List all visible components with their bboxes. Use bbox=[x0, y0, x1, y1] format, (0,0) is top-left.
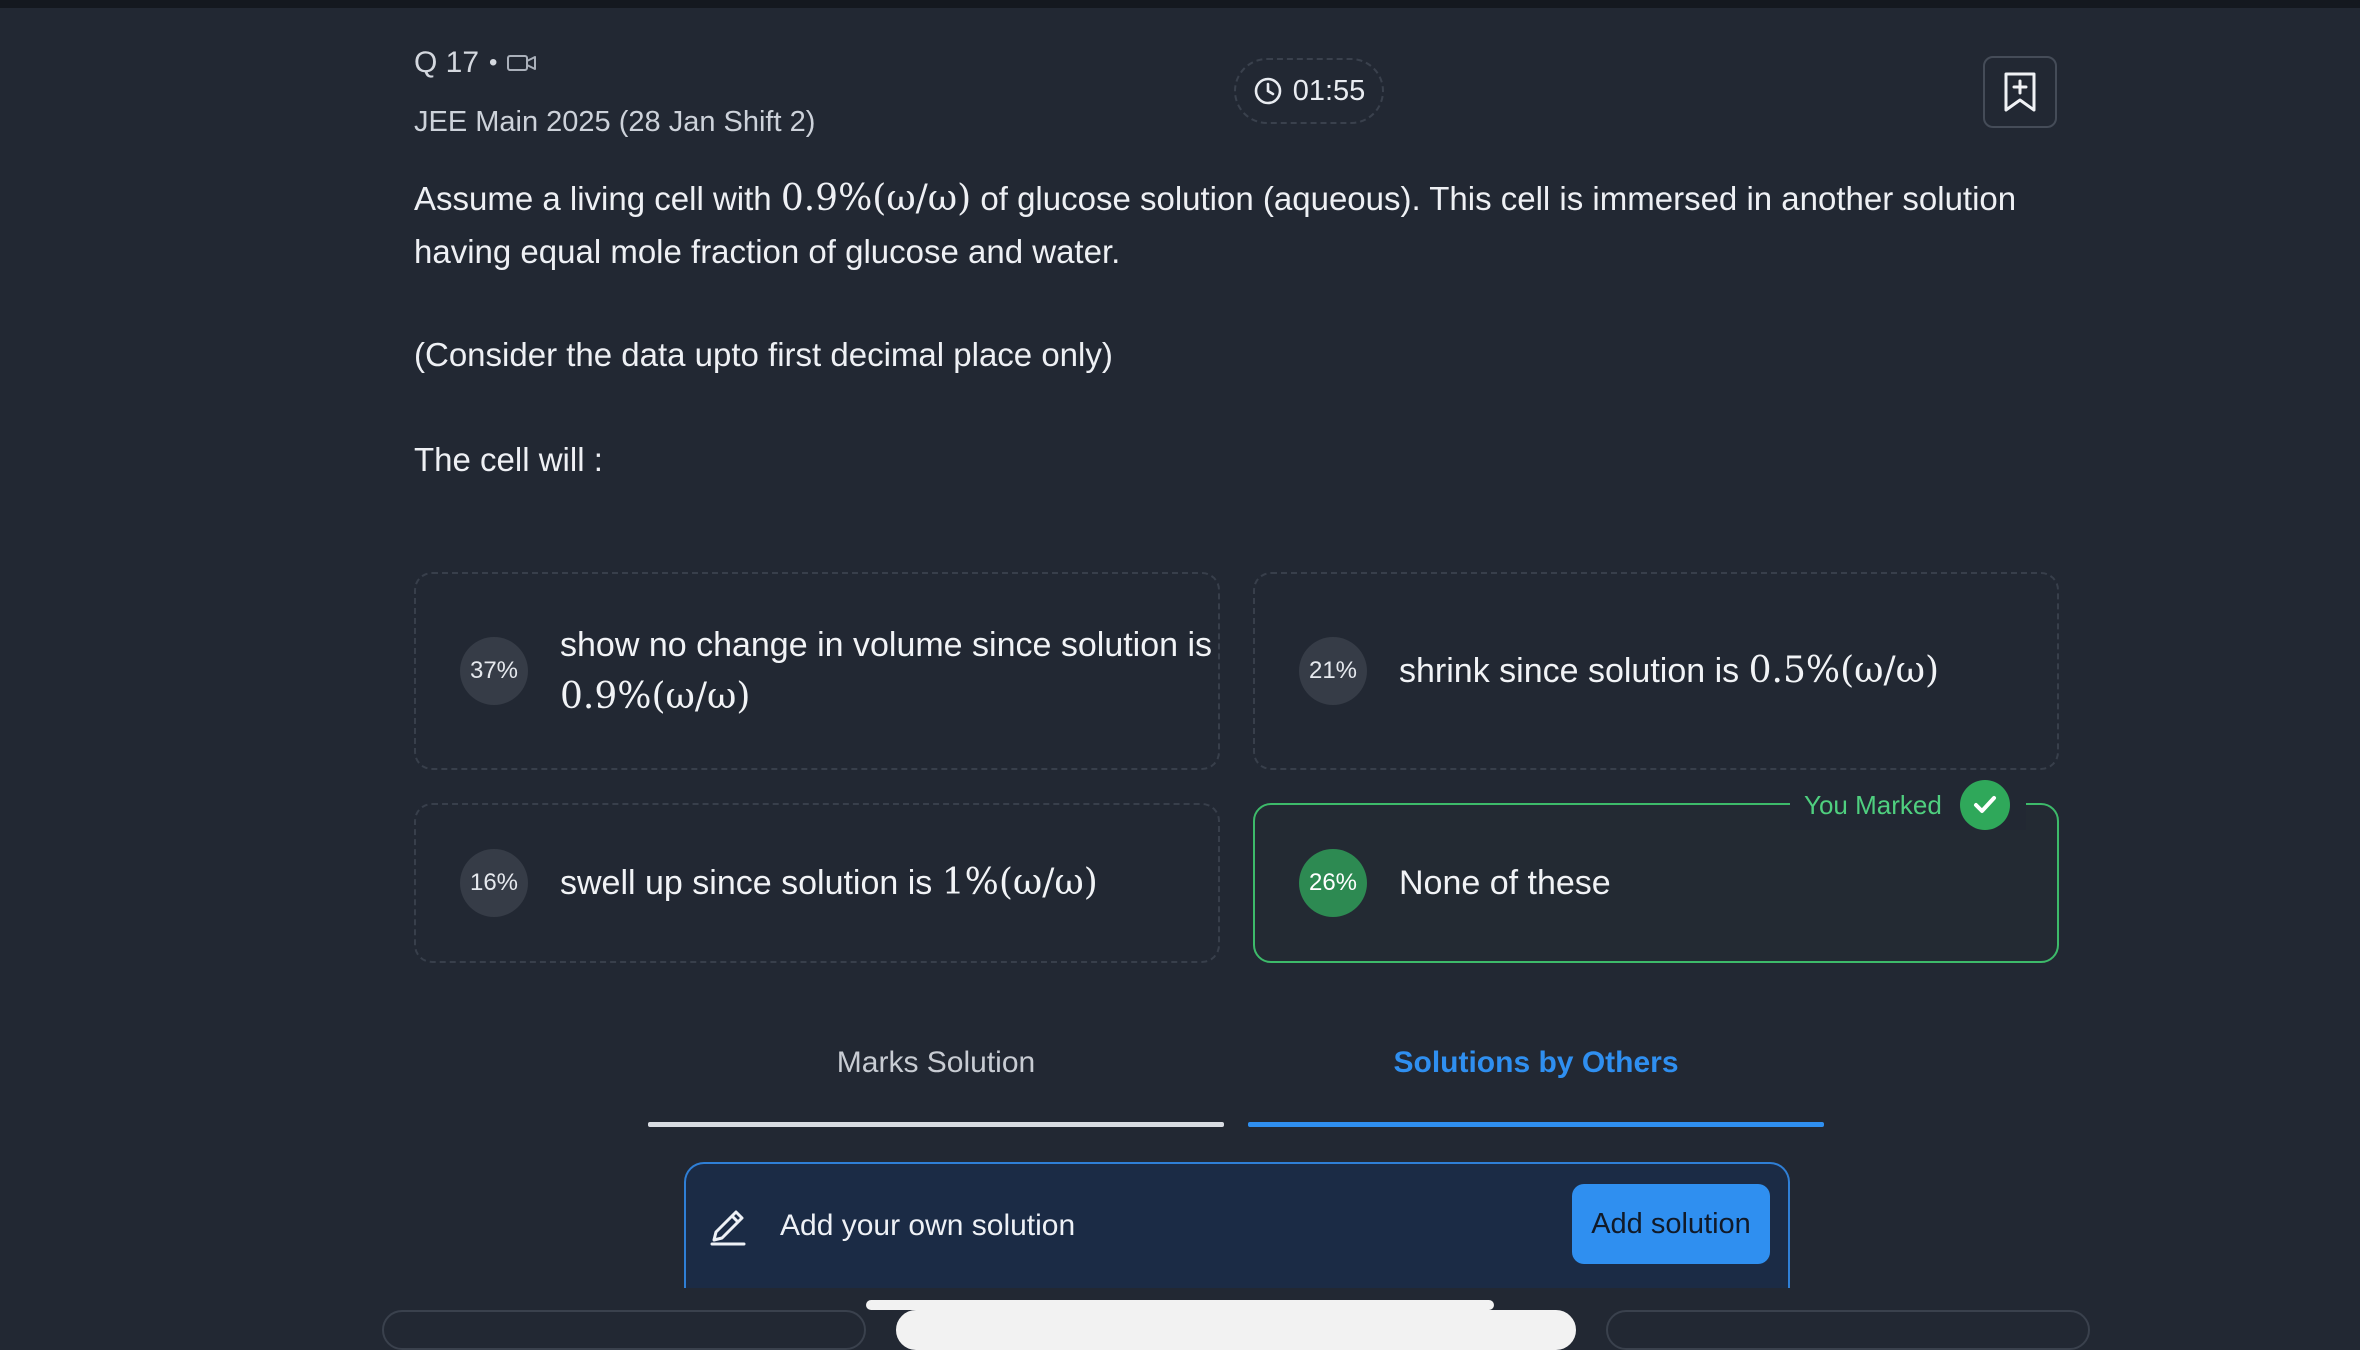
video-camera-icon[interactable] bbox=[507, 53, 537, 73]
timer: 01:55 bbox=[1234, 58, 1384, 124]
question-meta: Q 17 • bbox=[414, 46, 537, 80]
option-d-percent: 26% bbox=[1299, 849, 1367, 917]
option-b-percent: 21% bbox=[1299, 637, 1367, 705]
bottom-card-left[interactable] bbox=[382, 1310, 866, 1350]
add-solution-panel[interactable]: Add your own solution Add solution bbox=[684, 1162, 1790, 1288]
option-c-math: 1%(ω/ω) bbox=[941, 862, 1098, 903]
question-text: Assume a living cell with 0.9%(ω/ω) of g… bbox=[414, 172, 2064, 278]
tab-marks-underline bbox=[648, 1122, 1224, 1127]
option-a-text: show no change in volume since solution … bbox=[560, 619, 1212, 723]
you-marked-badge: You Marked bbox=[1790, 780, 2026, 830]
bottom-card-center[interactable] bbox=[896, 1310, 1576, 1350]
add-solution-prompt: Add your own solution bbox=[780, 1209, 1076, 1242]
option-b-text: shrink since solution is 0.5%(ω/ω) bbox=[1399, 645, 1939, 697]
question-math: 0.9%(ω/ω) bbox=[780, 178, 972, 219]
bottom-card-right[interactable] bbox=[1606, 1310, 2090, 1350]
option-b[interactable]: 21% shrink since solution is 0.5%(ω/ω) bbox=[1253, 572, 2059, 770]
question-note: (Consider the data upto first decimal pl… bbox=[414, 336, 1113, 373]
home-indicator[interactable] bbox=[866, 1300, 1494, 1310]
question-number: Q 17 bbox=[414, 46, 480, 79]
option-c[interactable]: 16% swell up since solution is 1%(ω/ω) bbox=[414, 803, 1220, 963]
option-c-percent: 16% bbox=[460, 849, 528, 917]
timer-value: 01:55 bbox=[1292, 74, 1366, 107]
question-prompt: The cell will : bbox=[414, 441, 603, 478]
option-b-label: shrink since solution is bbox=[1399, 652, 1740, 690]
option-a-label: show no change in volume since solution … bbox=[560, 626, 1213, 664]
question-text-part1: Assume a living cell with bbox=[414, 180, 772, 217]
option-b-math: 0.5%(ω/ω) bbox=[1748, 650, 1939, 691]
clock-icon bbox=[1254, 77, 1282, 105]
check-icon bbox=[1959, 780, 2010, 830]
option-a-percent: 37% bbox=[460, 637, 528, 705]
tab-others-underline bbox=[1248, 1122, 1824, 1127]
option-a[interactable]: 37% show no change in volume since solut… bbox=[414, 572, 1220, 770]
option-a-math: 0.9%(ω/ω) bbox=[560, 676, 751, 717]
tab-solutions-by-others[interactable]: Solutions by Others bbox=[1248, 1046, 1824, 1080]
you-marked-label: You Marked bbox=[1804, 789, 1942, 820]
option-c-text: swell up since solution is 1%(ω/ω) bbox=[560, 857, 1098, 909]
bookmark-button[interactable] bbox=[1983, 56, 2057, 128]
add-solution-button[interactable]: Add solution bbox=[1572, 1184, 1770, 1264]
tab-marks-solution[interactable]: Marks Solution bbox=[648, 1046, 1224, 1080]
exam-label: JEE Main 2025 (28 Jan Shift 2) bbox=[414, 106, 816, 138]
bookmark-add-icon bbox=[2004, 72, 2036, 112]
pencil-icon bbox=[710, 1210, 746, 1246]
top-bar bbox=[0, 0, 2360, 8]
option-d-text: None of these bbox=[1399, 864, 1611, 902]
separator-dot: • bbox=[489, 49, 498, 76]
option-c-label: swell up since solution is bbox=[560, 864, 933, 902]
